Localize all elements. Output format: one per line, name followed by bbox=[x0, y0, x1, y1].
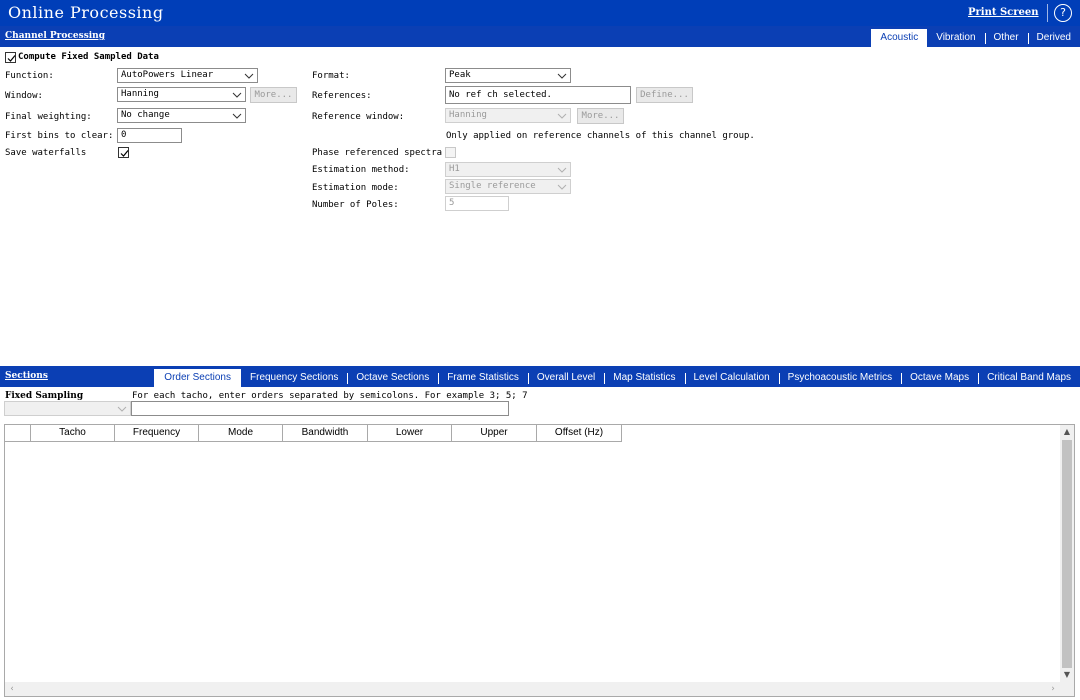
tab-frame-statistics[interactable]: Frame Statistics bbox=[438, 369, 528, 387]
function-label: Function: bbox=[5, 71, 54, 81]
tab-overall-level[interactable]: Overall Level bbox=[527, 369, 604, 387]
checkmark-icon bbox=[7, 55, 16, 62]
order-sections-table: Tacho Frequency Mode Bandwidth Lower Upp… bbox=[4, 424, 1075, 697]
format-value: Peak bbox=[449, 70, 471, 80]
chevron-down-icon bbox=[244, 73, 254, 79]
estimation-mode-select[interactable]: Single reference bbox=[445, 179, 571, 194]
final-weighting-label: Final weighting: bbox=[5, 112, 92, 122]
tab-frequency-sections[interactable]: Frequency Sections bbox=[241, 369, 347, 387]
reference-window-more-button[interactable]: More... bbox=[577, 108, 624, 124]
estimation-method-label: Estimation method: bbox=[312, 165, 410, 175]
final-weighting-value: No change bbox=[121, 110, 170, 120]
column-header-frequency[interactable]: Frequency bbox=[115, 425, 199, 442]
horizontal-scrollbar[interactable]: ‹ › bbox=[5, 682, 1074, 696]
checkmark-icon bbox=[120, 150, 129, 157]
references-label: References: bbox=[312, 91, 372, 101]
scrollbar-corner bbox=[1060, 682, 1074, 696]
chevron-down-icon bbox=[232, 113, 242, 119]
column-header-tacho[interactable]: Tacho bbox=[31, 425, 115, 442]
column-header-upper[interactable]: Upper bbox=[452, 425, 537, 442]
estimation-mode-value: Single reference bbox=[449, 181, 536, 191]
estimation-mode-label: Estimation mode: bbox=[312, 183, 399, 193]
scroll-down-icon[interactable]: ▼ bbox=[1060, 668, 1074, 682]
reference-window-label: Reference window: bbox=[312, 112, 405, 122]
tab-order-sections[interactable]: Order Sections bbox=[154, 369, 241, 387]
chevron-down-icon bbox=[117, 406, 127, 412]
window-more-button[interactable]: More... bbox=[250, 87, 297, 103]
tab-acoustic[interactable]: Acoustic bbox=[871, 29, 928, 47]
tab-vibration[interactable]: Vibration bbox=[927, 29, 984, 47]
final-weighting-select[interactable]: No change bbox=[117, 108, 246, 123]
chevron-down-icon bbox=[232, 92, 242, 98]
reference-window-note: Only applied on reference channels of th… bbox=[446, 131, 755, 141]
fixed-sampling-label: Fixed Sampling bbox=[5, 391, 84, 401]
tab-critical-band-maps[interactable]: Critical Band Maps bbox=[978, 369, 1080, 387]
number-of-poles-label: Number of Poles: bbox=[312, 200, 399, 210]
define-button[interactable]: Define... bbox=[636, 87, 693, 103]
window-select[interactable]: Hanning bbox=[117, 87, 246, 102]
channel-processing-bar: Channel Processing Acoustic Vibration Ot… bbox=[0, 26, 1080, 47]
chevron-down-icon bbox=[557, 113, 567, 119]
phase-referenced-checkbox[interactable] bbox=[445, 147, 456, 158]
help-icon[interactable]: ? bbox=[1054, 4, 1072, 22]
sections-bar: Sections Order Sections Frequency Sectio… bbox=[0, 366, 1080, 387]
fixed-sampling-select[interactable] bbox=[4, 401, 131, 416]
sections-tabs: Order Sections Frequency Sections Octave… bbox=[154, 369, 1080, 387]
first-bins-input[interactable]: 0 bbox=[117, 128, 182, 143]
save-waterfalls-label: Save waterfalls bbox=[5, 148, 87, 158]
save-waterfalls-checkbox[interactable] bbox=[118, 147, 129, 158]
vertical-scrollbar[interactable]: ▲ ▼ bbox=[1060, 425, 1074, 682]
scroll-right-icon[interactable]: › bbox=[1046, 682, 1060, 696]
format-select[interactable]: Peak bbox=[445, 68, 571, 83]
channel-tabs: Acoustic Vibration Other Derived bbox=[871, 29, 1080, 47]
function-value: AutoPowers Linear bbox=[121, 70, 214, 80]
tab-level-calculation[interactable]: Level Calculation bbox=[684, 369, 779, 387]
reference-window-value: Hanning bbox=[449, 110, 487, 120]
column-header-mode[interactable]: Mode bbox=[199, 425, 283, 442]
tab-octave-maps[interactable]: Octave Maps bbox=[901, 369, 978, 387]
column-header-offset[interactable]: Offset (Hz) bbox=[537, 425, 622, 442]
column-header-lower[interactable]: Lower bbox=[368, 425, 452, 442]
scrollbar-thumb[interactable] bbox=[1062, 440, 1072, 668]
estimation-method-select[interactable]: H1 bbox=[445, 162, 571, 177]
scroll-left-icon[interactable]: ‹ bbox=[5, 682, 19, 696]
tab-derived[interactable]: Derived bbox=[1027, 29, 1080, 47]
chevron-down-icon bbox=[557, 167, 567, 173]
references-field[interactable]: No ref ch selected. bbox=[445, 86, 631, 104]
tab-other[interactable]: Other bbox=[984, 29, 1028, 47]
tab-octave-sections[interactable]: Octave Sections bbox=[347, 369, 438, 387]
tab-psychoacoustic-metrics[interactable]: Psychoacoustic Metrics bbox=[778, 369, 901, 387]
reference-window-select[interactable]: Hanning bbox=[445, 108, 571, 123]
app-title: Online Processing bbox=[8, 3, 164, 22]
chevron-down-icon bbox=[557, 73, 567, 79]
chevron-down-icon bbox=[557, 184, 567, 190]
number-of-poles-input[interactable]: 5 bbox=[445, 196, 509, 211]
estimation-method-value: H1 bbox=[449, 164, 460, 174]
table-header: Tacho Frequency Mode Bandwidth Lower Upp… bbox=[5, 425, 622, 442]
compute-fixed-checkbox[interactable] bbox=[5, 52, 16, 63]
column-header-bandwidth[interactable]: Bandwidth bbox=[283, 425, 368, 442]
channel-processing-title[interactable]: Channel Processing bbox=[5, 31, 105, 41]
title-divider bbox=[1047, 4, 1048, 22]
window-label: Window: bbox=[5, 91, 43, 101]
title-bar: Online Processing Print Screen ? bbox=[0, 0, 1080, 26]
function-select[interactable]: AutoPowers Linear bbox=[117, 68, 258, 83]
format-label: Format: bbox=[312, 71, 350, 81]
scroll-up-icon[interactable]: ▲ bbox=[1060, 425, 1074, 439]
orders-input[interactable] bbox=[131, 401, 509, 416]
phase-referenced-label: Phase referenced spectra bbox=[312, 148, 443, 158]
orders-hint: For each tacho, enter orders separated b… bbox=[132, 391, 528, 401]
sections-title[interactable]: Sections bbox=[5, 371, 48, 381]
print-screen-link[interactable]: Print Screen bbox=[968, 7, 1039, 18]
first-bins-label: First bins to clear: bbox=[5, 131, 114, 141]
window-value: Hanning bbox=[121, 89, 159, 99]
compute-fixed-label: Compute Fixed Sampled Data bbox=[18, 52, 159, 62]
column-header-select[interactable] bbox=[5, 425, 31, 442]
tab-map-statistics[interactable]: Map Statistics bbox=[604, 369, 684, 387]
